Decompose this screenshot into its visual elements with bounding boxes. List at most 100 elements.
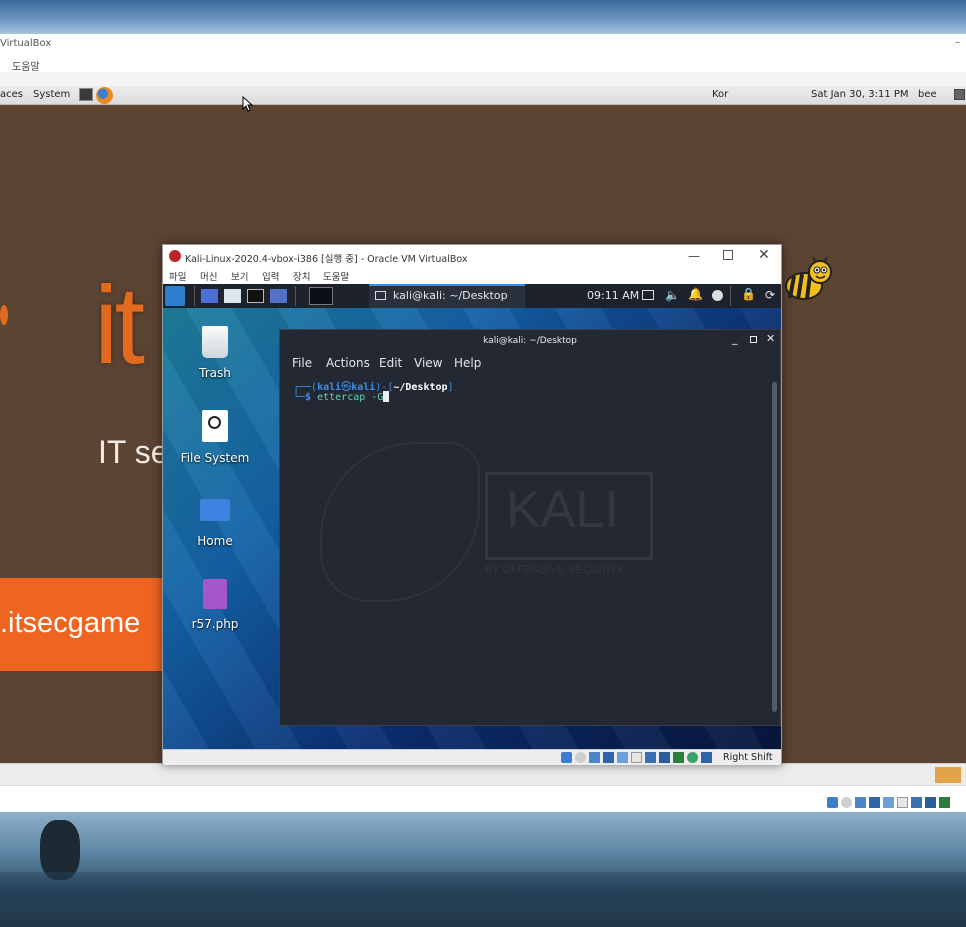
notification-bell-icon[interactable]: 🔔 [688,287,703,301]
gnome-top-panel: aces System Kor Sat Jan 30, 3:11 PM bee [0,86,966,105]
outer-vbox-menubar: 도움말 [0,54,966,73]
shared-folder-status-icon[interactable] [897,797,908,808]
terminal-menu-edit[interactable]: Edit [379,356,402,370]
cpu-status-icon[interactable] [939,797,950,808]
terminal-command: ettercap -G [317,392,384,403]
harddisk-status-icon[interactable] [561,752,572,763]
landscape-water [0,872,966,927]
outer-minimize-button[interactable]: – [955,37,960,48]
kali-vbox-minimize-button[interactable]: — [688,249,700,263]
taskbar-window-title: kali@kali: ~/Desktop [393,289,508,302]
desktop-icon-label: r57.php [191,617,239,631]
host-desktop-landscape [0,812,966,927]
panel-clock[interactable]: Sat Jan 30, 3:11 PM [811,89,909,100]
terminal-emulator-icon[interactable] [247,289,264,303]
workspace-switcher[interactable] [309,287,333,305]
vbox-menu-devices[interactable]: 장치 [293,269,310,283]
web-browser-icon[interactable] [270,289,287,303]
kali-vbox-close-button[interactable]: ✕ [758,247,770,263]
display-status-icon[interactable] [645,752,656,763]
show-desktop-icon[interactable] [201,289,218,303]
firefox-launcher-icon[interactable] [96,87,113,104]
terminal-menu-help[interactable]: Help [454,356,481,370]
kali-watermark-subtitle: BY OFFENSIVE SECURITY [485,564,624,576]
mouse-integration-icon[interactable] [687,752,698,763]
bwapp-logo-text: it [94,264,145,387]
lock-screen-icon[interactable]: 🔒 [741,287,756,301]
audio-status-icon[interactable] [589,752,600,763]
update-icon[interactable] [712,290,723,301]
kali-vbox-titlebar: Kali-Linux-2020.4-vbox-i386 [실행 중] - Ora… [163,245,781,267]
outer-vbox-titlebar: VirtualBox – [0,34,966,54]
outer-menu-help[interactable]: 도움말 [12,58,40,73]
file-manager-icon[interactable] [224,289,241,303]
kali-menu-dragon-icon[interactable] [165,286,185,306]
terminal-command-line: └─$ ettercap -G [293,391,390,403]
hard-drive-icon [202,410,228,442]
terminal-menu-file[interactable]: File [292,356,312,370]
network-status-icon[interactable] [603,752,614,763]
panel-places-menu[interactable]: aces [0,89,23,100]
panel-separator [730,286,731,306]
terminal-menu-actions[interactable]: Actions [326,356,370,370]
kali-status-icons [561,752,712,763]
terminal-maximize-button[interactable] [750,336,757,343]
display-status-icon[interactable] [911,797,922,808]
terminal-title: kali@kali: ~/Desktop [483,336,577,346]
logout-icon[interactable]: ⟳ [765,288,775,302]
guest-taskbar-button[interactable] [935,767,961,783]
bee-mascot-icon [782,256,834,306]
prompt-dollar: $ [305,392,318,403]
kali-vbox-statusbar: Right Shift [163,749,781,765]
usb-status-icon[interactable] [883,797,894,808]
terminal-launcher-icon[interactable] [79,88,93,101]
desktop-icon-label: File System [180,451,250,465]
prompt-path: ~/Desktop [393,382,448,393]
host-key-icon[interactable] [701,752,712,763]
keyboard-layout-indicator[interactable]: Kor [712,89,728,100]
outer-status-icons [827,797,950,808]
bwapp-tagline: IT se [98,434,169,470]
host-desktop-sky [0,0,966,34]
volume-icon[interactable]: 🔈 [665,288,680,302]
optical-drive-status-icon[interactable] [841,797,852,808]
outer-vbox-toolbar-gap [0,72,966,86]
kali-dragon-watermark [320,442,480,602]
outer-vbox-statusbar [0,785,966,812]
desktop-icon-label: Trash [199,366,231,380]
home-folder-icon [200,499,230,521]
drive-platter [208,416,221,429]
network-status-icon[interactable] [869,797,880,808]
prompt-corner: └─ [293,392,306,403]
vbox-menu-input[interactable]: 입력 [262,269,279,283]
network-icon[interactable] [954,89,965,100]
audio-status-icon[interactable] [855,797,866,808]
usb-status-icon[interactable] [617,752,628,763]
terminal-minimize-button[interactable]: _ [732,332,738,345]
recording-status-icon[interactable] [925,797,936,808]
kali-vbox-title: Kali-Linux-2020.4-vbox-i386 [실행 중] - Ora… [185,254,468,265]
guest-status-strip [0,763,966,785]
terminal-menu-view[interactable]: View [414,356,442,370]
shared-folder-status-icon[interactable] [631,752,642,763]
display-icon[interactable] [642,290,654,300]
terminal-close-button[interactable]: ✕ [766,332,775,345]
kali-vbox-maximize-button[interactable] [723,250,733,260]
terminal-output-area[interactable]: KALI BY OFFENSIVE SECURITY ┌──(kali㉿kali… [280,372,780,726]
terminal-scrollbar[interactable] [772,382,777,712]
cpu-status-icon[interactable] [673,752,684,763]
recording-status-icon[interactable] [659,752,670,763]
terminal-window: kali@kali: ~/Desktop _ ✕ File Actions Ed… [279,329,781,726]
harddisk-status-icon[interactable] [827,797,838,808]
vbox-menu-help[interactable]: 도움말 [323,269,349,283]
vbox-menu-view[interactable]: 보기 [231,269,248,283]
panel-system-menu[interactable]: System [33,89,70,100]
landscape-figure [40,820,80,880]
terminal-menubar: File Actions Edit View Help [280,352,780,372]
vbox-menu-machine[interactable]: 머신 [200,269,217,283]
php-file-icon [203,579,227,609]
optical-drive-status-icon[interactable] [575,752,586,763]
vbox-menu-file[interactable]: 파일 [169,269,186,283]
panel-user-name[interactable]: bee [918,89,937,100]
kali-panel-clock[interactable]: 09:11 AM [587,289,639,302]
